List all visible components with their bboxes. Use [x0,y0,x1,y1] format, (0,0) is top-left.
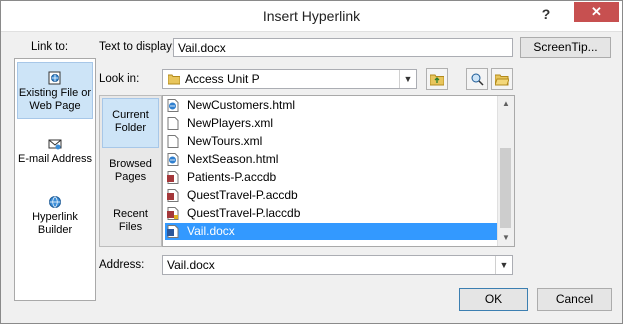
link-to-label: Link to: [31,41,69,53]
file-name: NewPlayers.xml [187,116,274,130]
dialog-title: Insert Hyperlink [262,8,361,24]
chevron-down-icon[interactable]: ▼ [495,256,512,274]
scroll-up-icon[interactable]: ▲ [498,96,514,112]
email-icon [48,139,62,150]
address-label: Address: [99,259,145,271]
file-name: NewTours.xml [187,134,263,148]
chevron-down-icon[interactable]: ▼ [399,70,416,88]
look-in-value: Access Unit P [185,72,260,86]
browse-nav-panel: Current Folder Browsed Pages Recent File… [99,95,162,247]
folder-up-icon [430,74,444,86]
xml-file-icon [167,135,179,148]
scroll-thumb[interactable] [500,148,511,228]
up-one-folder-button[interactable] [426,68,448,90]
access-lock-file-icon [167,207,179,220]
file-name: NextSeason.html [187,152,279,166]
access-file-icon [167,171,179,184]
link-to-hyperlink-builder[interactable]: Hyperlink Builder [17,195,93,236]
list-item[interactable]: NewTours.xml [165,133,497,150]
ok-button[interactable]: OK [459,288,528,311]
link-to-email-label: E-mail Address [18,153,92,165]
file-name: QuestTravel-P.laccdb [187,206,301,220]
xml-file-icon [167,117,179,130]
look-in-label: Look in: [99,73,140,85]
link-to-existing-file[interactable]: Existing File or Web Page [17,62,93,119]
file-name: Vail.docx [187,224,235,238]
folder-icon [168,74,180,85]
html-file-icon [167,153,179,166]
browse-file-button[interactable] [491,68,513,90]
look-in-select[interactable]: Access Unit P ▼ [162,69,417,89]
cancel-button[interactable]: Cancel [537,288,612,311]
nav-recent-files[interactable]: Recent Files [102,208,159,238]
help-button[interactable]: ? [535,3,557,25]
text-to-display-input[interactable]: Vail.docx [173,38,513,57]
hyperlink-builder-icon [49,196,61,208]
browse-web-icon [471,73,484,86]
text-to-display-label: Text to display: [99,41,176,53]
insert-hyperlink-dialog: Insert Hyperlink ? ✕ Link to: Existing F… [0,0,623,324]
link-to-panel: Existing File or Web Page E-mail Address… [14,58,96,301]
access-file-icon [167,189,179,202]
link-to-hyperlink-builder-label: Hyperlink Builder [32,211,78,236]
browse-web-button[interactable] [466,68,488,90]
screentip-button[interactable]: ScreenTip... [520,37,611,58]
link-to-email-address[interactable]: E-mail Address [17,137,93,177]
file-name: QuestTravel-P.accdb [187,188,298,202]
file-list: NewCustomers.html NewPlayers.xml NewTour… [162,95,515,247]
file-name: Patients-P.accdb [187,170,277,184]
scroll-down-icon[interactable]: ▼ [498,230,514,246]
html-file-icon [167,99,179,112]
web-page-icon [48,71,61,85]
list-item[interactable]: NewCustomers.html [165,97,497,114]
address-input[interactable]: Vail.docx ▼ [162,255,513,275]
word-file-icon [167,225,179,238]
link-to-existing-file-label: Existing File or Web Page [18,87,92,112]
list-item[interactable]: Patients-P.accdb [165,169,497,186]
close-button[interactable]: ✕ [574,2,619,22]
list-item[interactable]: QuestTravel-P.accdb [165,187,497,204]
file-list-scrollbar[interactable]: ▲ ▼ [497,96,514,246]
nav-browsed-pages[interactable]: Browsed Pages [102,158,159,188]
list-item[interactable]: Vail.docx [165,223,497,240]
file-name: NewCustomers.html [187,98,296,112]
title-bar: Insert Hyperlink ? ✕ [1,1,622,32]
list-item[interactable]: NextSeason.html [165,151,497,168]
list-item[interactable]: NewPlayers.xml [165,115,497,132]
address-value: Vail.docx [167,258,215,272]
open-folder-icon [495,74,509,86]
nav-current-folder[interactable]: Current Folder [102,98,159,148]
list-item[interactable]: QuestTravel-P.laccdb [165,205,497,222]
